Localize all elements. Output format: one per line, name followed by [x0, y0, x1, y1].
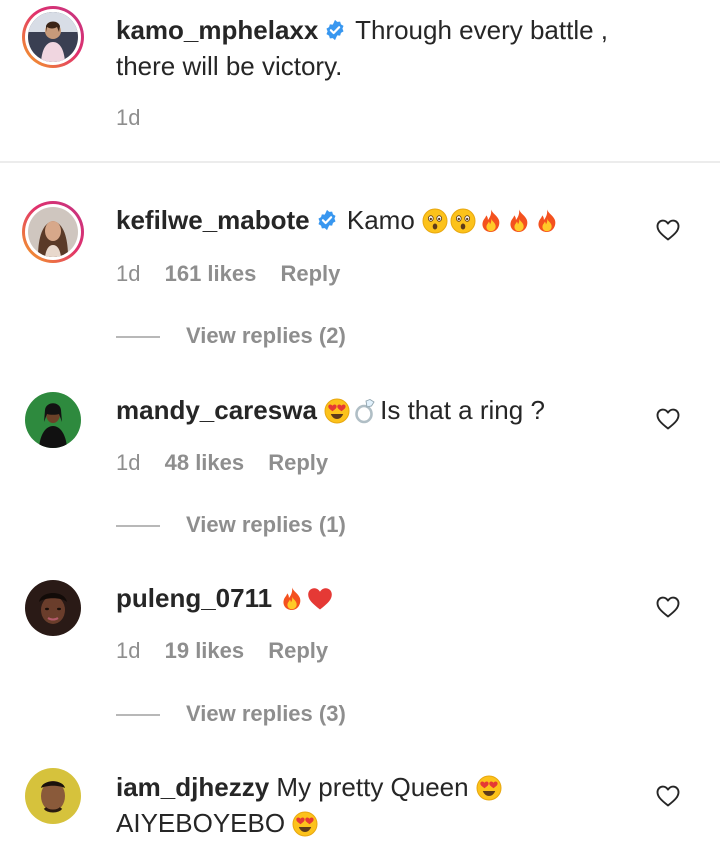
fire-icon: [506, 208, 532, 234]
comment-username[interactable]: mandy_careswa: [116, 395, 317, 425]
comment-text-block: kefilwe_mabote Kamo: [116, 202, 661, 238]
reply-button[interactable]: Reply: [268, 638, 328, 663]
ring-icon: [352, 398, 378, 424]
fire-icon: [478, 208, 504, 234]
caption-avatar[interactable]: [22, 6, 84, 68]
comment-likes[interactable]: 19 likes: [165, 638, 245, 663]
view-replies-line: [116, 525, 160, 527]
comment-text: My pretty Queen: [276, 772, 469, 802]
comment-time: 1d: [116, 450, 141, 475]
comment-username[interactable]: kefilwe_mabote: [116, 205, 310, 235]
view-replies-label: View replies (1): [186, 512, 346, 537]
comment-time: 1d: [116, 638, 141, 663]
avatar-photo-icon: [28, 12, 78, 62]
comment-text: Is that a ring ?: [380, 395, 545, 425]
comment-likes[interactable]: 161 likes: [165, 261, 257, 286]
comment-text: Kamo: [346, 205, 415, 235]
verified-badge-icon: [316, 209, 338, 231]
comment-text-line-2: AIYEBOYEBO: [116, 808, 286, 838]
caption-meta: 1d: [116, 104, 158, 132]
like-heart-icon[interactable]: [656, 408, 680, 430]
comment-text-block: iam_djhezzy My pretty Queen AIYEBOYEBO: [116, 769, 661, 841]
divider: [0, 161, 720, 163]
comment-avatar[interactable]: [22, 201, 84, 263]
view-replies-label: View replies (3): [186, 701, 346, 726]
reply-button[interactable]: Reply: [280, 261, 340, 286]
avatar-photo-icon: [25, 768, 81, 824]
like-heart-icon[interactable]: [656, 596, 680, 618]
comment-likes[interactable]: 48 likes: [165, 450, 245, 475]
red-heart-icon: [307, 586, 333, 612]
astonished-face-icon: [450, 208, 476, 234]
caption-username[interactable]: kamo_mphelaxx: [116, 15, 318, 45]
comment-username[interactable]: puleng_0711: [116, 583, 272, 613]
view-replies-line: [116, 714, 160, 716]
post-caption: kamo_mphelaxx Through every battle , the…: [0, 0, 720, 162]
view-replies-label: View replies (2): [186, 323, 346, 348]
avatar-photo-icon: [28, 207, 78, 257]
fire-icon: [534, 208, 560, 234]
comment-time: 1d: [116, 261, 141, 286]
caption-time: 1d: [116, 105, 141, 130]
comment-avatar[interactable]: [25, 580, 81, 636]
like-heart-icon[interactable]: [656, 785, 680, 807]
avatar-photo-icon: [25, 580, 81, 636]
heart-eyes-face-icon: [292, 811, 318, 837]
comment-avatar[interactable]: [25, 392, 81, 448]
comment-username[interactable]: iam_djhezzy: [116, 772, 269, 802]
heart-eyes-face-icon: [324, 398, 350, 424]
like-heart-icon[interactable]: [656, 219, 680, 241]
comment-meta: 1d 161 likes Reply: [116, 260, 358, 288]
avatar-photo-icon: [25, 392, 81, 448]
fire-icon: [279, 586, 305, 612]
caption-text-block: kamo_mphelaxx Through every battle , the…: [116, 12, 661, 84]
comment-text-block: mandy_careswa Is that a ring ?: [116, 392, 661, 428]
comment-meta: 1d 48 likes Reply: [116, 449, 346, 477]
view-replies-line: [116, 336, 160, 338]
comment-meta: 1d 19 likes Reply: [116, 637, 346, 665]
astonished-face-icon: [422, 208, 448, 234]
verified-badge-icon: [324, 19, 346, 41]
reply-button[interactable]: Reply: [268, 450, 328, 475]
comment-text-block: puleng_0711: [116, 580, 661, 616]
heart-eyes-face-icon: [476, 775, 502, 801]
comment-avatar[interactable]: [25, 768, 81, 824]
